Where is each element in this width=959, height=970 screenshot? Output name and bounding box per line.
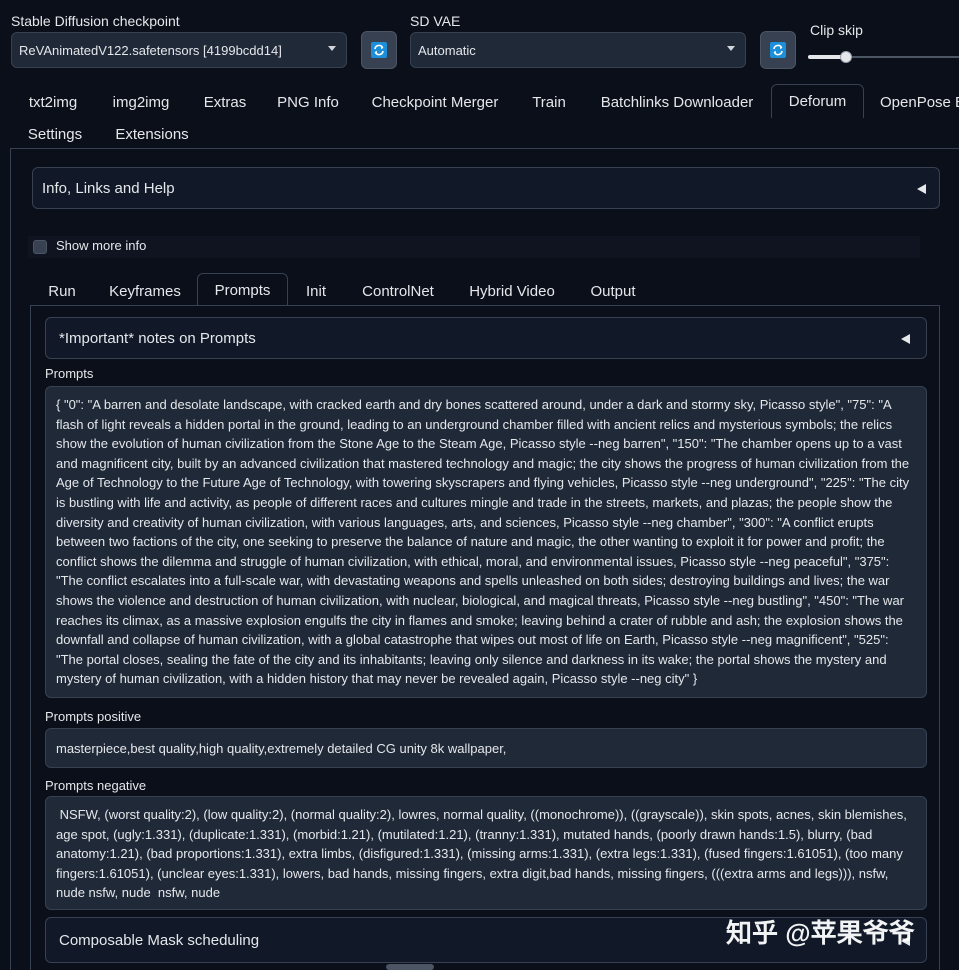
subtab-prompts[interactable]: Prompts	[197, 273, 288, 306]
vae-value: Automatic	[418, 42, 476, 58]
prompts-textarea[interactable]: { "0": "A barren and desolate landscape,…	[45, 386, 927, 698]
tab-train[interactable]: Train	[522, 86, 576, 118]
refresh-icon	[770, 42, 786, 58]
subtab-run[interactable]: Run	[38, 275, 86, 307]
refresh-icon	[371, 42, 387, 58]
clip-skip-label: Clip skip	[810, 22, 863, 38]
tab-deforum[interactable]: Deforum	[771, 84, 864, 118]
chevron-down-icon	[727, 46, 735, 51]
accordion-title: Composable Mask scheduling	[59, 931, 260, 949]
refresh-checkpoint-button[interactable]	[361, 31, 397, 69]
vae-label: SD VAE	[410, 13, 461, 29]
subtab-hybrid-video[interactable]: Hybrid Video	[458, 275, 566, 307]
show-more-info-row	[28, 236, 920, 258]
chevron-down-icon	[328, 46, 336, 51]
tab-checkpoint-merger[interactable]: Checkpoint Merger	[358, 86, 512, 118]
subtab-init[interactable]: Init	[294, 275, 338, 307]
tab-extras[interactable]: Extras	[193, 86, 257, 118]
clip-skip-slider[interactable]	[839, 51, 852, 63]
checkpoint-label: Stable Diffusion checkpoint	[11, 13, 180, 29]
tab-openpose[interactable]: OpenPose E	[874, 86, 959, 118]
refresh-vae-button[interactable]	[760, 31, 796, 69]
tab-settings[interactable]: Settings	[17, 118, 93, 150]
tab-txt2img[interactable]: txt2img	[17, 86, 89, 118]
prompts-negative-textarea[interactable]: NSFW, (worst quality:2), (low quality:2)…	[45, 796, 927, 910]
prompts-negative-label: Prompts negative	[45, 778, 147, 793]
triangle-left-icon	[917, 184, 926, 194]
triangle-left-icon	[901, 334, 910, 344]
prompts-positive-textarea[interactable]: masterpiece,best quality,high quality,ex…	[45, 728, 927, 768]
tab-img2img[interactable]: img2img	[100, 86, 182, 118]
subtab-output[interactable]: Output	[578, 275, 648, 307]
accordion-title: Info, Links and Help	[42, 179, 175, 197]
tab-png-info[interactable]: PNG Info	[268, 86, 348, 118]
accordion-title: *Important* notes on Prompts	[59, 329, 256, 347]
prompts-label: Prompts	[45, 366, 94, 381]
tab-extensions[interactable]: Extensions	[104, 118, 200, 150]
horizontal-scrollbar[interactable]	[386, 964, 434, 970]
watermark-text: 知乎 @苹果爷爷	[726, 918, 915, 948]
subtab-controlnet[interactable]: ControlNet	[350, 275, 446, 307]
important-notes-accordion[interactable]: *Important* notes on Prompts	[45, 317, 927, 359]
show-more-info-checkbox[interactable]	[33, 240, 47, 254]
checkpoint-value: ReVAnimatedV122.safetensors [4199bcdd14]	[19, 42, 282, 58]
show-more-info-label: Show more info	[56, 238, 147, 253]
checkpoint-select[interactable]: ReVAnimatedV122.safetensors [4199bcdd14]	[11, 32, 347, 68]
prompts-positive-label: Prompts positive	[45, 709, 142, 724]
vae-select[interactable]: Automatic	[410, 32, 746, 68]
tab-batchlinks-downloader[interactable]: Batchlinks Downloader	[587, 86, 767, 118]
subtab-keyframes[interactable]: Keyframes	[96, 275, 194, 307]
info-links-help-accordion[interactable]: Info, Links and Help	[32, 167, 940, 209]
